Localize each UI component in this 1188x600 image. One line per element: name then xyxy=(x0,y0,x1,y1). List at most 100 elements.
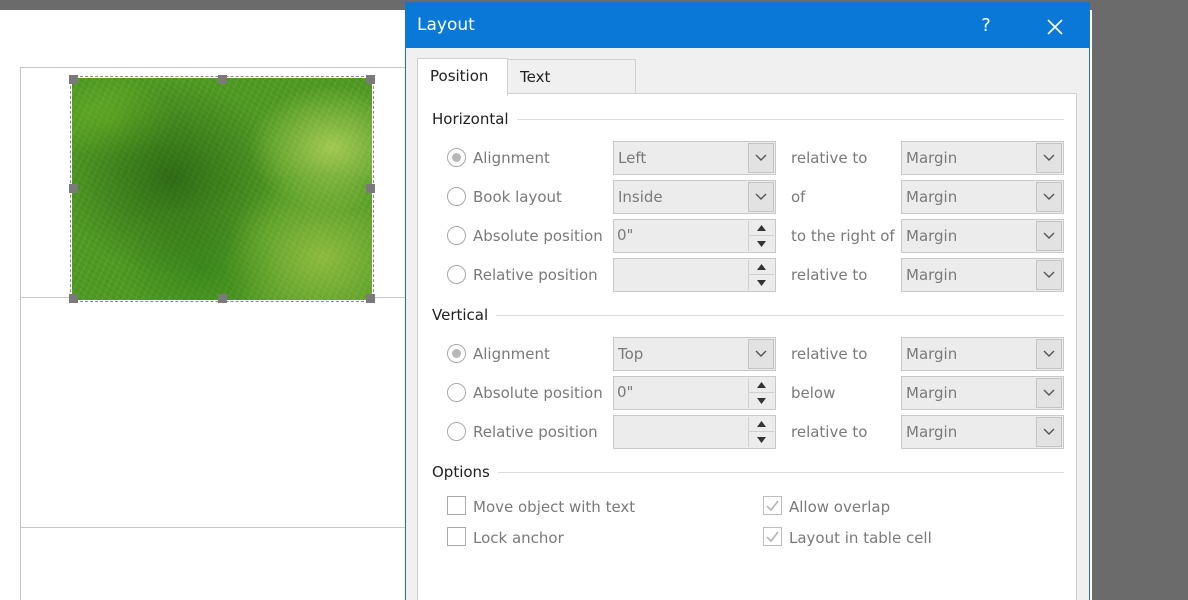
triangle-down-icon xyxy=(757,240,766,247)
chevron-down-icon xyxy=(1043,389,1055,396)
combo-value: Margin xyxy=(906,345,958,363)
triangle-up-icon xyxy=(757,264,766,270)
picture-selection-frame xyxy=(70,76,374,302)
combo-dropdown-button[interactable] xyxy=(1036,143,1062,173)
horizontal-alignment-label: Alignment xyxy=(473,149,550,167)
combo-value: Margin xyxy=(906,149,958,167)
vertical-relative-position-spinner[interactable] xyxy=(613,415,776,449)
dialog-titlebar[interactable]: Layout ? xyxy=(406,3,1089,48)
triangle-up-icon xyxy=(757,421,766,427)
chevron-down-icon xyxy=(1043,232,1055,239)
combo-value: Margin xyxy=(906,188,958,206)
combo-dropdown-button[interactable] xyxy=(748,339,774,369)
radio-horizontal-absolute-position[interactable] xyxy=(447,226,466,245)
resize-handle-bottom-right[interactable] xyxy=(366,294,375,303)
vertical-absolute-position-spinner[interactable]: 0" xyxy=(613,376,776,410)
horizontal-relative-position-spinner[interactable] xyxy=(613,258,776,292)
position-tab-panel: Horizontal Alignment Left relative to Ma… xyxy=(417,93,1077,600)
horizontal-alignment-target-combo[interactable]: Margin xyxy=(901,141,1064,175)
resize-handle-bottom[interactable] xyxy=(218,294,227,303)
book-layout-combo[interactable]: Inside xyxy=(613,180,776,214)
tab-text-wrapping[interactable]: Text Wrapping xyxy=(507,59,636,120)
spin-up-button[interactable] xyxy=(749,378,774,393)
vertical-absolute-target-combo[interactable]: Margin xyxy=(901,376,1064,410)
combo-value: Margin xyxy=(906,266,958,284)
vertical-relative-position-label: Relative position xyxy=(473,423,598,441)
chevron-down-icon xyxy=(1043,193,1055,200)
spin-up-button[interactable] xyxy=(749,417,774,432)
tab-position[interactable]: Position xyxy=(417,58,508,96)
book-layout-label: Book layout xyxy=(473,188,562,206)
combo-dropdown-button[interactable] xyxy=(1036,260,1062,290)
combo-dropdown-button[interactable] xyxy=(1036,417,1062,447)
triangle-down-icon xyxy=(757,279,766,286)
close-button[interactable] xyxy=(1038,9,1072,43)
layout-dialog: Layout ? Position Text Wrapping Horizont… xyxy=(405,2,1090,600)
horizontal-relative-target-combo[interactable]: Margin xyxy=(901,258,1064,292)
spin-down-button[interactable] xyxy=(749,393,774,408)
section-divider xyxy=(498,119,1064,120)
radio-vertical-absolute-position[interactable] xyxy=(447,383,466,402)
section-divider xyxy=(492,472,1064,473)
spin-down-button[interactable] xyxy=(749,275,774,290)
combo-value: Inside xyxy=(618,188,663,206)
combo-dropdown-button[interactable] xyxy=(1036,221,1062,251)
help-button[interactable]: ? xyxy=(971,11,1001,41)
resize-handle-bottom-left[interactable] xyxy=(69,294,78,303)
checkbox-layout-in-table-cell[interactable] xyxy=(763,527,782,546)
triangle-up-icon xyxy=(757,382,766,388)
radio-vertical-alignment[interactable] xyxy=(447,344,466,363)
spin-down-button[interactable] xyxy=(749,236,774,251)
table-row-divider xyxy=(21,527,421,528)
resize-handle-top-right[interactable] xyxy=(366,75,375,84)
checkbox-allow-overlap[interactable] xyxy=(763,496,782,515)
radio-horizontal-relative-position[interactable] xyxy=(447,265,466,284)
resize-handle-right[interactable] xyxy=(366,184,375,193)
horizontal-absolute-position-spinner[interactable]: 0" xyxy=(613,219,776,253)
combo-value: Left xyxy=(618,149,647,167)
combo-value: Margin xyxy=(906,227,958,245)
spin-down-button[interactable] xyxy=(749,432,774,447)
combo-dropdown-button[interactable] xyxy=(748,182,774,212)
horizontal-absolute-position-relation: to the right of xyxy=(791,227,895,245)
checkmark-icon xyxy=(766,500,779,512)
close-icon xyxy=(1047,18,1063,35)
horizontal-alignment-relation: relative to xyxy=(791,149,868,167)
resize-handle-top-left[interactable] xyxy=(69,75,78,84)
spin-up-button[interactable] xyxy=(749,221,774,236)
book-layout-relation: of xyxy=(791,188,806,206)
checkbox-lock-anchor[interactable] xyxy=(447,527,466,546)
book-layout-target-combo[interactable]: Margin xyxy=(901,180,1064,214)
combo-value: Margin xyxy=(906,384,958,402)
radio-vertical-relative-position[interactable] xyxy=(447,422,466,441)
combo-dropdown-button[interactable] xyxy=(1036,182,1062,212)
vertical-alignment-combo[interactable]: Top xyxy=(613,337,776,371)
vertical-section-label: Vertical xyxy=(432,306,497,324)
combo-dropdown-button[interactable] xyxy=(1036,378,1062,408)
horizontal-absolute-position-label: Absolute position xyxy=(473,227,603,245)
vertical-alignment-target-combo[interactable]: Margin xyxy=(901,337,1064,371)
vertical-relative-target-combo[interactable]: Margin xyxy=(901,415,1064,449)
checkbox-move-object-with-text[interactable] xyxy=(447,496,466,515)
combo-dropdown-button[interactable] xyxy=(1036,339,1062,369)
layout-in-table-cell-label: Layout in table cell xyxy=(789,529,932,547)
combo-dropdown-button[interactable] xyxy=(748,143,774,173)
spinner-value: 0" xyxy=(617,226,634,244)
triangle-up-icon xyxy=(757,225,766,231)
resize-handle-top[interactable] xyxy=(218,75,227,84)
triangle-down-icon xyxy=(757,436,766,443)
chevron-down-icon xyxy=(1043,154,1055,161)
spin-up-button[interactable] xyxy=(749,260,774,275)
horizontal-section-label: Horizontal xyxy=(432,110,517,128)
horizontal-alignment-combo[interactable]: Left xyxy=(613,141,776,175)
radio-book-layout[interactable] xyxy=(447,187,466,206)
combo-value: Top xyxy=(618,345,644,363)
vertical-alignment-label: Alignment xyxy=(473,345,550,363)
radio-horizontal-alignment[interactable] xyxy=(447,148,466,167)
chevron-down-icon xyxy=(1043,428,1055,435)
chevron-down-icon xyxy=(755,154,767,161)
horizontal-absolute-target-combo[interactable]: Margin xyxy=(901,219,1064,253)
spinner-buttons xyxy=(748,417,774,447)
horizontal-relative-position-label: Relative position xyxy=(473,266,598,284)
resize-handle-left[interactable] xyxy=(69,184,78,193)
